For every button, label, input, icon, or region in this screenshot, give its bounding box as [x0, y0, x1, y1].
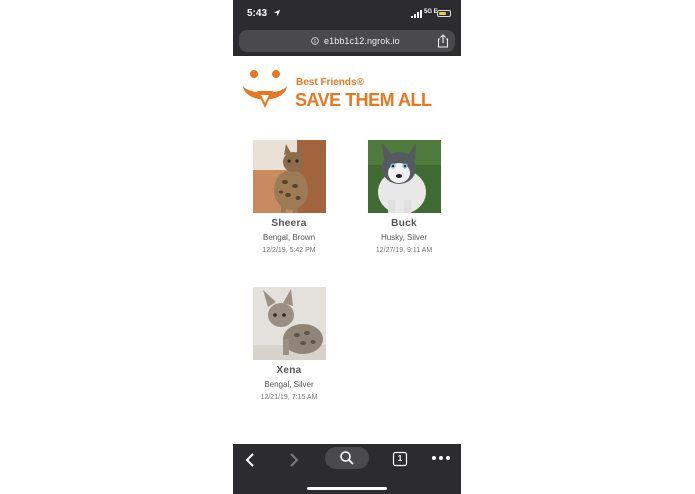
pet-breed: Bengal, Brown [262, 233, 316, 242]
pet-name[interactable]: Buck [354, 218, 454, 229]
pet-name[interactable]: Xena [239, 365, 339, 376]
pet-breed: Bengal, Silver [264, 380, 314, 389]
pet-date: 12/27/19, 9:11 AM [375, 247, 433, 254]
pet-photo-sheera[interactable] [253, 140, 326, 213]
logo-small-text: Best Friends® [296, 77, 364, 88]
tab-count: 1 [397, 454, 403, 463]
url-text: e1bb1c12.ngrok.io [324, 36, 400, 46]
pet-photo-xena[interactable] [253, 287, 326, 360]
search-button[interactable] [325, 447, 369, 469]
tabs-button[interactable]: 1 [392, 451, 408, 467]
pet-date: 12/21/19, 7:15 AM [260, 394, 318, 401]
status-time: 5:43 [247, 8, 268, 19]
more-icon[interactable] [431, 454, 451, 462]
info-icon[interactable] [311, 37, 319, 45]
signal-icon [411, 10, 422, 18]
location-arrow-icon [273, 9, 281, 17]
logo-big-text: SAVE THEM ALL [295, 90, 432, 110]
browser-toolbar: 1 [233, 444, 461, 494]
phone-screen: 5:43 5G E e1bb1c12.ngrok.io Best Friends… [233, 0, 461, 494]
share-icon[interactable] [437, 34, 449, 48]
pet-photo-buck[interactable] [368, 140, 441, 213]
forward-icon[interactable] [287, 452, 301, 468]
url-bar[interactable]: e1bb1c12.ngrok.io [239, 30, 455, 52]
network-label: 5G E [424, 9, 438, 15]
pet-date: 12/2/19, 5:42 PM [262, 247, 316, 254]
browser-top-bar: 5:43 5G E e1bb1c12.ngrok.io [233, 0, 461, 56]
pet-name[interactable]: Sheera [239, 218, 339, 229]
battery-icon [437, 10, 451, 17]
back-icon[interactable] [243, 452, 257, 468]
pet-breed: Husky, Silver [380, 233, 428, 242]
home-indicator [307, 487, 387, 490]
search-icon [340, 451, 354, 465]
